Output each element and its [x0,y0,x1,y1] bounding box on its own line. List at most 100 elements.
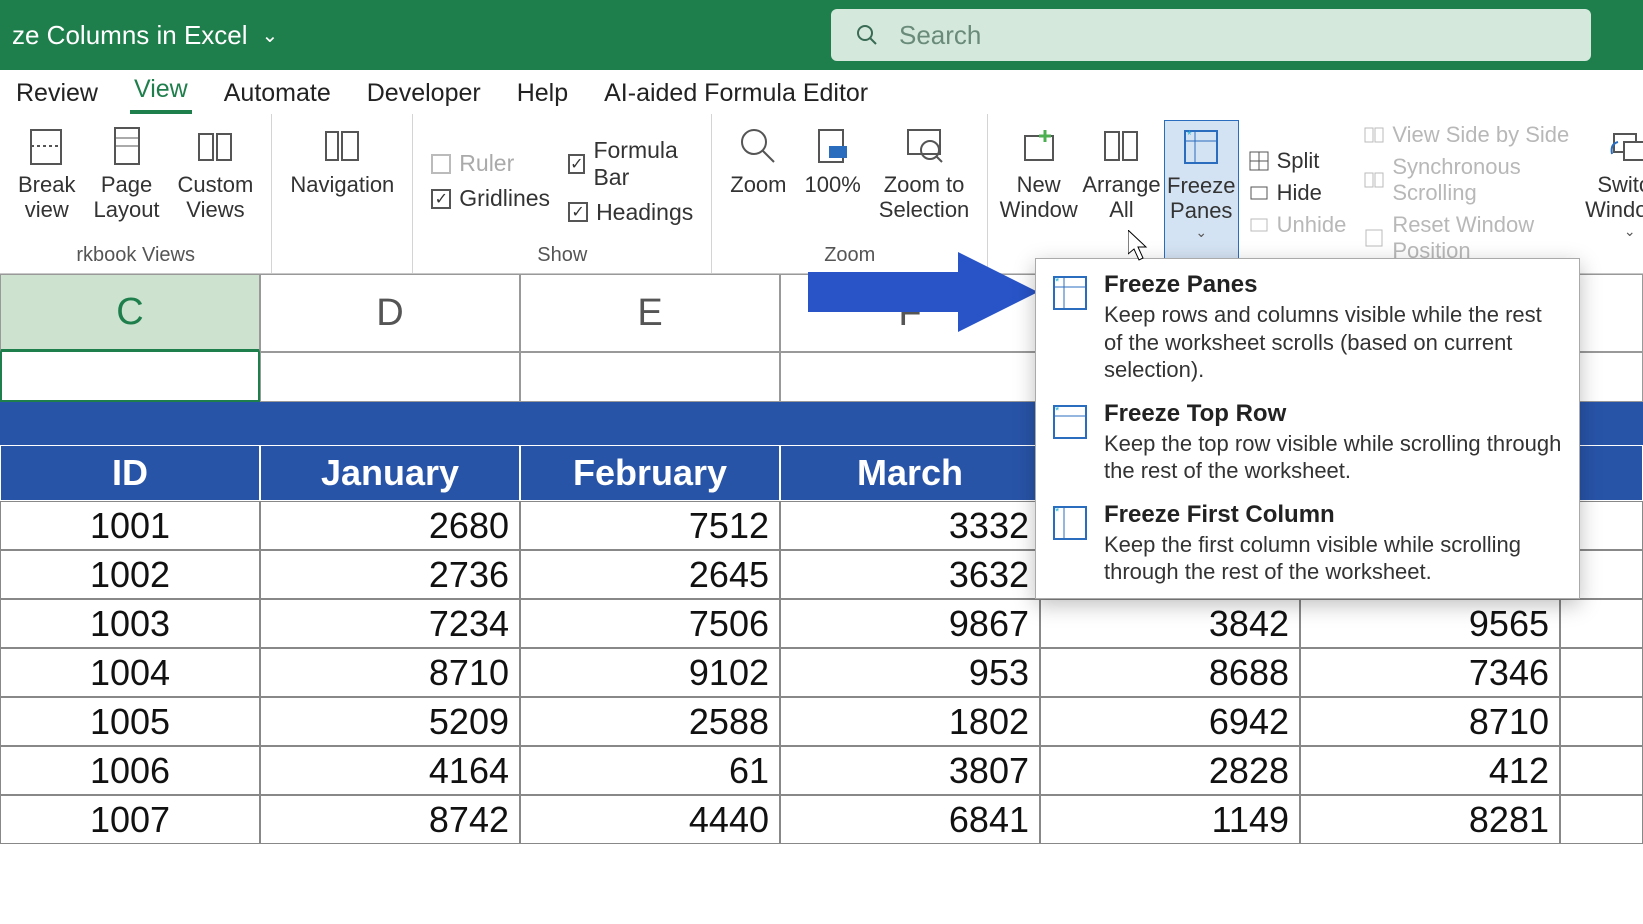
cell[interactable]: 61 [520,746,780,795]
cell[interactable]: 1003 [0,599,260,648]
cell[interactable] [1560,599,1643,648]
tab-help[interactable]: Help [513,73,572,114]
cell[interactable]: 6841 [780,795,1040,844]
zoom-button[interactable]: Zoom [722,120,794,242]
svg-text:*: * [1055,506,1060,518]
cell[interactable]: 7506 [520,599,780,648]
title-bar: ze Columns in Excel ⌄ Search [0,0,1643,70]
cell[interactable]: 7346 [1300,648,1560,697]
checkbox-icon [568,154,585,174]
cell[interactable]: 1006 [0,746,260,795]
cell[interactable] [780,352,1040,402]
cell[interactable] [1560,648,1643,697]
switch-windows-button[interactable]: Switch Windows ⌄ [1585,120,1643,266]
cell[interactable] [1560,795,1643,844]
hide-button[interactable]: Hide [1249,180,1347,206]
cell[interactable]: 4164 [260,746,520,795]
split-button[interactable]: Split [1249,148,1347,174]
cell[interactable]: 2736 [260,550,520,599]
header-march[interactable]: March [780,445,1040,501]
cell[interactable] [260,352,520,402]
zoom-selection-icon [902,124,946,168]
cell[interactable]: 8688 [1040,648,1300,697]
cell[interactable]: 3632 [780,550,1040,599]
freeze-panes-button[interactable]: * Freeze Panes ⌄ [1164,120,1239,266]
cell[interactable]: 953 [780,648,1040,697]
label: Custom Views [178,172,254,223]
cell[interactable]: 1002 [0,550,260,599]
cell[interactable]: 1802 [780,697,1040,746]
cell[interactable] [1560,746,1643,795]
page-layout-button[interactable]: Page Layout [85,120,167,242]
ribbon-tabs: Review View Automate Developer Help AI-a… [0,70,1643,114]
cell[interactable]: 9102 [520,648,780,697]
reset-pos-icon [1364,228,1384,248]
side-by-side-icon [1364,125,1384,145]
page-break-preview-button[interactable]: Break view [10,120,83,242]
label: Arrange All [1082,172,1160,223]
cell[interactable]: 1001 [0,501,260,550]
zoom-100-button[interactable]: 100% [797,120,869,242]
search-box[interactable]: Search [831,9,1591,61]
cell[interactable]: 1007 [0,795,260,844]
cell[interactable]: 2645 [520,550,780,599]
cell[interactable]: 7512 [520,501,780,550]
split-icon [1249,151,1269,171]
header-february[interactable]: February [520,445,780,501]
cell[interactable]: 6942 [1040,697,1300,746]
cell[interactable]: 2680 [260,501,520,550]
tab-review[interactable]: Review [12,73,102,114]
cell[interactable]: 1004 [0,648,260,697]
cell[interactable]: 4440 [520,795,780,844]
freeze-top-row-icon: * [1052,404,1088,440]
tab-view[interactable]: View [130,69,192,114]
freeze-first-column-option[interactable]: * Freeze First Column Keep the first col… [1036,493,1579,594]
gridlines-checkbox[interactable]: Gridlines [431,185,550,212]
header-january[interactable]: January [260,445,520,501]
cell[interactable]: 8742 [260,795,520,844]
cell[interactable]: 7234 [260,599,520,648]
option-title: Freeze Top Row [1104,400,1563,428]
cell[interactable]: 3842 [1040,599,1300,648]
cell[interactable]: 3807 [780,746,1040,795]
cell[interactable]: 3332 [780,501,1040,550]
cell[interactable] [1560,697,1643,746]
cell[interactable]: 1149 [1040,795,1300,844]
tab-automate[interactable]: Automate [220,73,335,114]
zoom-to-selection-button[interactable]: Zoom to Selection [871,120,978,242]
cell[interactable]: 8710 [260,648,520,697]
cell[interactable]: 9867 [780,599,1040,648]
tab-ai-formula[interactable]: AI-aided Formula Editor [600,73,872,114]
cell[interactable]: 5209 [260,697,520,746]
group-show: Ruler Gridlines Formula Bar Headings Sho… [413,114,712,273]
cell[interactable]: 9565 [1300,599,1560,648]
table-row: 100787424440684111498281 [0,795,1643,844]
group-zoom: Zoom 100% Zoom to Selection Zoom [712,114,988,273]
column-header-c[interactable]: C [0,274,260,352]
option-title: Freeze First Column [1104,501,1563,529]
custom-views-button[interactable]: Custom Views [170,120,262,242]
tab-developer[interactable]: Developer [363,73,485,114]
cell[interactable]: 2828 [1040,746,1300,795]
cell[interactable] [0,352,260,402]
unhide-button: Unhide [1249,212,1347,238]
freeze-panes-option[interactable]: * Freeze Panes Keep rows and columns vis… [1036,263,1579,392]
new-window-button[interactable]: New Window [998,120,1079,266]
cell[interactable]: 2588 [520,697,780,746]
cell[interactable]: 8710 [1300,697,1560,746]
formula-bar-checkbox[interactable]: Formula Bar [568,137,693,191]
column-header-e[interactable]: E [520,274,780,352]
cell[interactable]: 1005 [0,697,260,746]
cell[interactable]: 412 [1300,746,1560,795]
chevron-down-icon: ⌄ [1195,224,1207,241]
column-header-d[interactable]: D [260,274,520,352]
freeze-top-row-option[interactable]: * Freeze Top Row Keep the top row visibl… [1036,392,1579,493]
zoom-icon [736,124,780,168]
navigation-button[interactable]: Navigation [282,120,402,242]
workbook-title[interactable]: ze Columns in Excel ⌄ [12,20,278,51]
cell[interactable]: 8281 [1300,795,1560,844]
headings-checkbox[interactable]: Headings [568,199,693,226]
header-id[interactable]: ID [0,445,260,501]
ruler-checkbox[interactable]: Ruler [431,150,550,177]
cell[interactable] [520,352,780,402]
